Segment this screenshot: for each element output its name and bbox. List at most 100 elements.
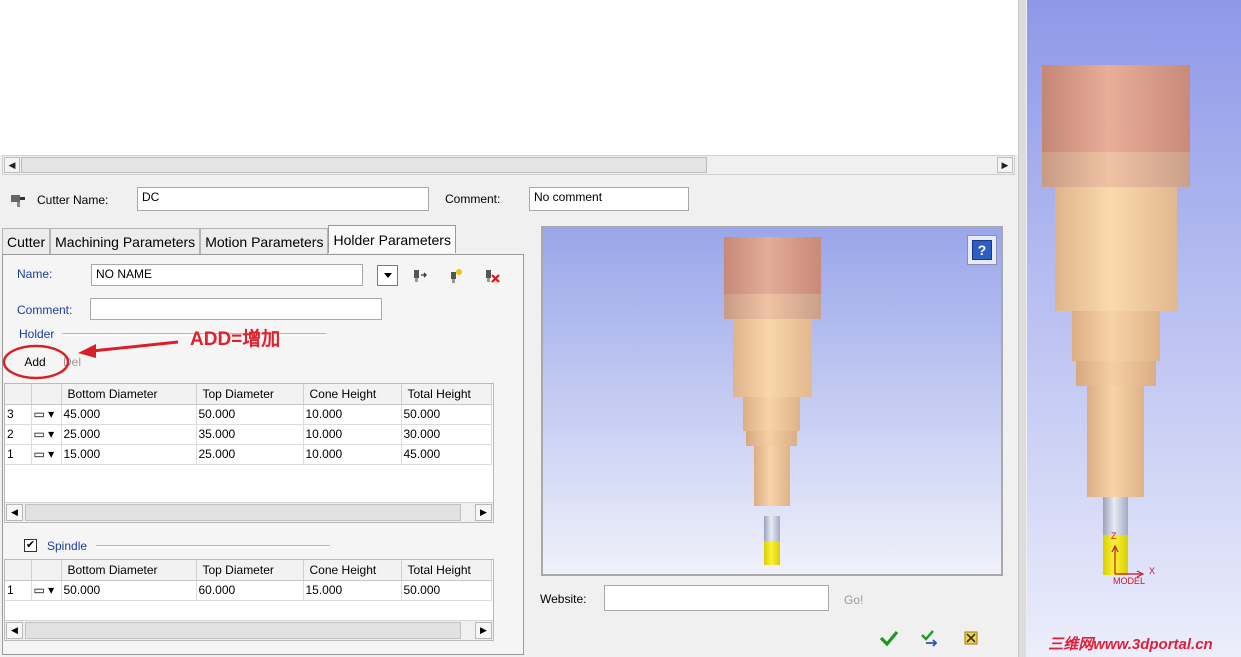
holder-segment-2 (743, 397, 800, 431)
row-number: 3 (5, 404, 32, 425)
row-type-dropdown[interactable]: ▭ ▾ (31, 404, 62, 425)
website-field[interactable] (604, 585, 829, 611)
workspace-area (0, 0, 1020, 155)
go-button[interactable]: Go! (844, 593, 863, 607)
chevron-down-icon (383, 272, 392, 278)
segment-type-icon: ▭ ▾ (33, 427, 55, 441)
spindle-label: Spindle (47, 539, 88, 553)
col-index (5, 384, 32, 405)
col-cone-height[interactable]: Cone Height (303, 560, 402, 581)
cell-total-height[interactable]: 50.000 (401, 580, 492, 601)
col-type (31, 560, 62, 581)
cell-total-height[interactable]: 45.000 (401, 444, 492, 465)
col-type (31, 384, 62, 405)
checkmark-icon: ✔ (25, 539, 36, 551)
cutter-name-label: Cutter Name: (37, 193, 109, 207)
col-bottom-diameter[interactable]: Bottom Diameter (61, 384, 197, 405)
axis-z-label: Z (1111, 531, 1117, 541)
scroll-right-arrow-icon[interactable]: ▶ (997, 157, 1013, 173)
cell-bottom-diameter[interactable]: 50.000 (61, 580, 197, 601)
model-holder-top (1042, 65, 1190, 152)
tab-cutter[interactable]: Cutter (2, 228, 51, 254)
model-holder-segment-3 (1055, 187, 1177, 311)
col-total-height[interactable]: Total Height (401, 384, 492, 405)
holder-dropdown-button[interactable] (377, 265, 398, 286)
model-cutter-shank (1103, 497, 1128, 535)
segment-type-icon: ▭ ▾ (33, 447, 55, 461)
holder-new-icon[interactable] (444, 265, 466, 287)
tab-machining-parameters[interactable]: Machining Parameters (50, 228, 201, 254)
table-row[interactable]: 2 ▭ ▾ 25.000 35.000 10.000 30.000 (5, 424, 492, 445)
segment-type-icon: ▭ ▾ (33, 583, 55, 597)
cutter-comment-label: Comment: (445, 192, 501, 206)
scroll-left-arrow-icon[interactable]: ◀ (4, 157, 20, 173)
holder-table[interactable]: Bottom Diameter Top Diameter Cone Height… (4, 383, 494, 523)
table-row[interactable]: 1 ▭ ▾ 15.000 25.000 10.000 45.000 (5, 444, 492, 465)
spindle-checkbox[interactable]: ✔ (24, 539, 37, 552)
cell-bottom-diameter[interactable]: 15.000 (61, 444, 197, 465)
workspace-scrollbar[interactable]: ◀ ▶ (2, 155, 1015, 175)
holder-comment-field[interactable] (90, 298, 382, 320)
segment-type-icon: ▭ ▾ (33, 407, 55, 421)
cell-top-diameter[interactable]: 25.000 (196, 444, 304, 465)
cutter-flute (764, 541, 780, 565)
scroll-thumb[interactable] (21, 157, 707, 173)
cutter-comment-field[interactable]: No comment (529, 187, 689, 211)
holder-load-icon[interactable] (408, 265, 430, 287)
cell-total-height[interactable]: 50.000 (401, 404, 492, 425)
row-type-dropdown[interactable]: ▭ ▾ (31, 580, 62, 601)
tab-holder-parameters[interactable]: Holder Parameters (328, 225, 456, 253)
cell-bottom-diameter[interactable]: 45.000 (61, 404, 197, 425)
apply-icon[interactable] (919, 627, 941, 649)
axis-x-label: X (1149, 566, 1156, 576)
row-type-dropdown[interactable]: ▭ ▾ (31, 424, 62, 445)
model-label: MODEL (1113, 576, 1146, 586)
cutter-name-field[interactable]: DC (137, 187, 429, 211)
table-row[interactable]: 3 ▭ ▾ 45.000 50.000 10.000 50.000 (5, 404, 492, 425)
holder-delete-icon[interactable] (481, 265, 503, 287)
col-top-diameter[interactable]: Top Diameter (196, 560, 304, 581)
scroll-left-arrow-icon[interactable]: ◀ (6, 622, 23, 639)
cell-total-height[interactable]: 30.000 (401, 424, 492, 445)
cell-cone-height[interactable]: 15.000 (303, 580, 402, 601)
scroll-thumb[interactable] (25, 622, 461, 639)
watermark: 三维网www.3dportal.cn (1048, 636, 1213, 653)
model-3d-view[interactable]: Z X MODEL (1027, 0, 1241, 657)
holder-segment-top (724, 237, 821, 294)
holder-segment-cone (724, 294, 821, 319)
holder-name-label: Name: (17, 267, 53, 281)
holder-preview-viewport[interactable]: ? (541, 226, 1003, 576)
website-label: Website: (540, 592, 587, 606)
cutter-shank (764, 516, 780, 541)
cell-cone-height[interactable]: 10.000 (303, 444, 402, 465)
splitter[interactable] (1018, 0, 1026, 657)
col-bottom-diameter[interactable]: Bottom Diameter (61, 560, 197, 581)
holder-segment-2-cone (746, 431, 797, 446)
annotation-arrowhead (78, 344, 96, 358)
row-number: 1 (5, 580, 32, 601)
row-type-dropdown[interactable]: ▭ ▾ (31, 444, 62, 465)
cancel-icon[interactable] (960, 627, 982, 649)
cell-cone-height[interactable]: 10.000 (303, 404, 402, 425)
table-row[interactable]: 1 ▭ ▾ 50.000 60.000 15.000 50.000 (5, 580, 492, 601)
scroll-right-arrow-icon[interactable]: ▶ (475, 504, 492, 521)
holder-name-field[interactable]: NO NAME (91, 264, 363, 286)
help-button[interactable]: ? (967, 235, 997, 265)
ok-checkmark-icon[interactable] (878, 627, 900, 649)
spindle-table-scrollbar[interactable]: ◀ ▶ (5, 620, 493, 640)
holder-table-scrollbar[interactable]: ◀ ▶ (5, 502, 493, 522)
col-cone-height[interactable]: Cone Height (303, 384, 402, 405)
cell-cone-height[interactable]: 10.000 (303, 424, 402, 445)
scroll-left-arrow-icon[interactable]: ◀ (6, 504, 23, 521)
holder-comment-label: Comment: (17, 303, 73, 317)
col-top-diameter[interactable]: Top Diameter (196, 384, 304, 405)
cell-top-diameter[interactable]: 60.000 (196, 580, 304, 601)
cell-top-diameter[interactable]: 35.000 (196, 424, 304, 445)
cell-bottom-diameter[interactable]: 25.000 (61, 424, 197, 445)
tab-motion-parameters[interactable]: Motion Parameters (200, 228, 329, 254)
scroll-thumb[interactable] (25, 504, 461, 521)
col-total-height[interactable]: Total Height (401, 560, 492, 581)
cell-top-diameter[interactable]: 50.000 (196, 404, 304, 425)
scroll-right-arrow-icon[interactable]: ▶ (475, 622, 492, 639)
spindle-table[interactable]: Bottom Diameter Top Diameter Cone Height… (4, 559, 494, 641)
